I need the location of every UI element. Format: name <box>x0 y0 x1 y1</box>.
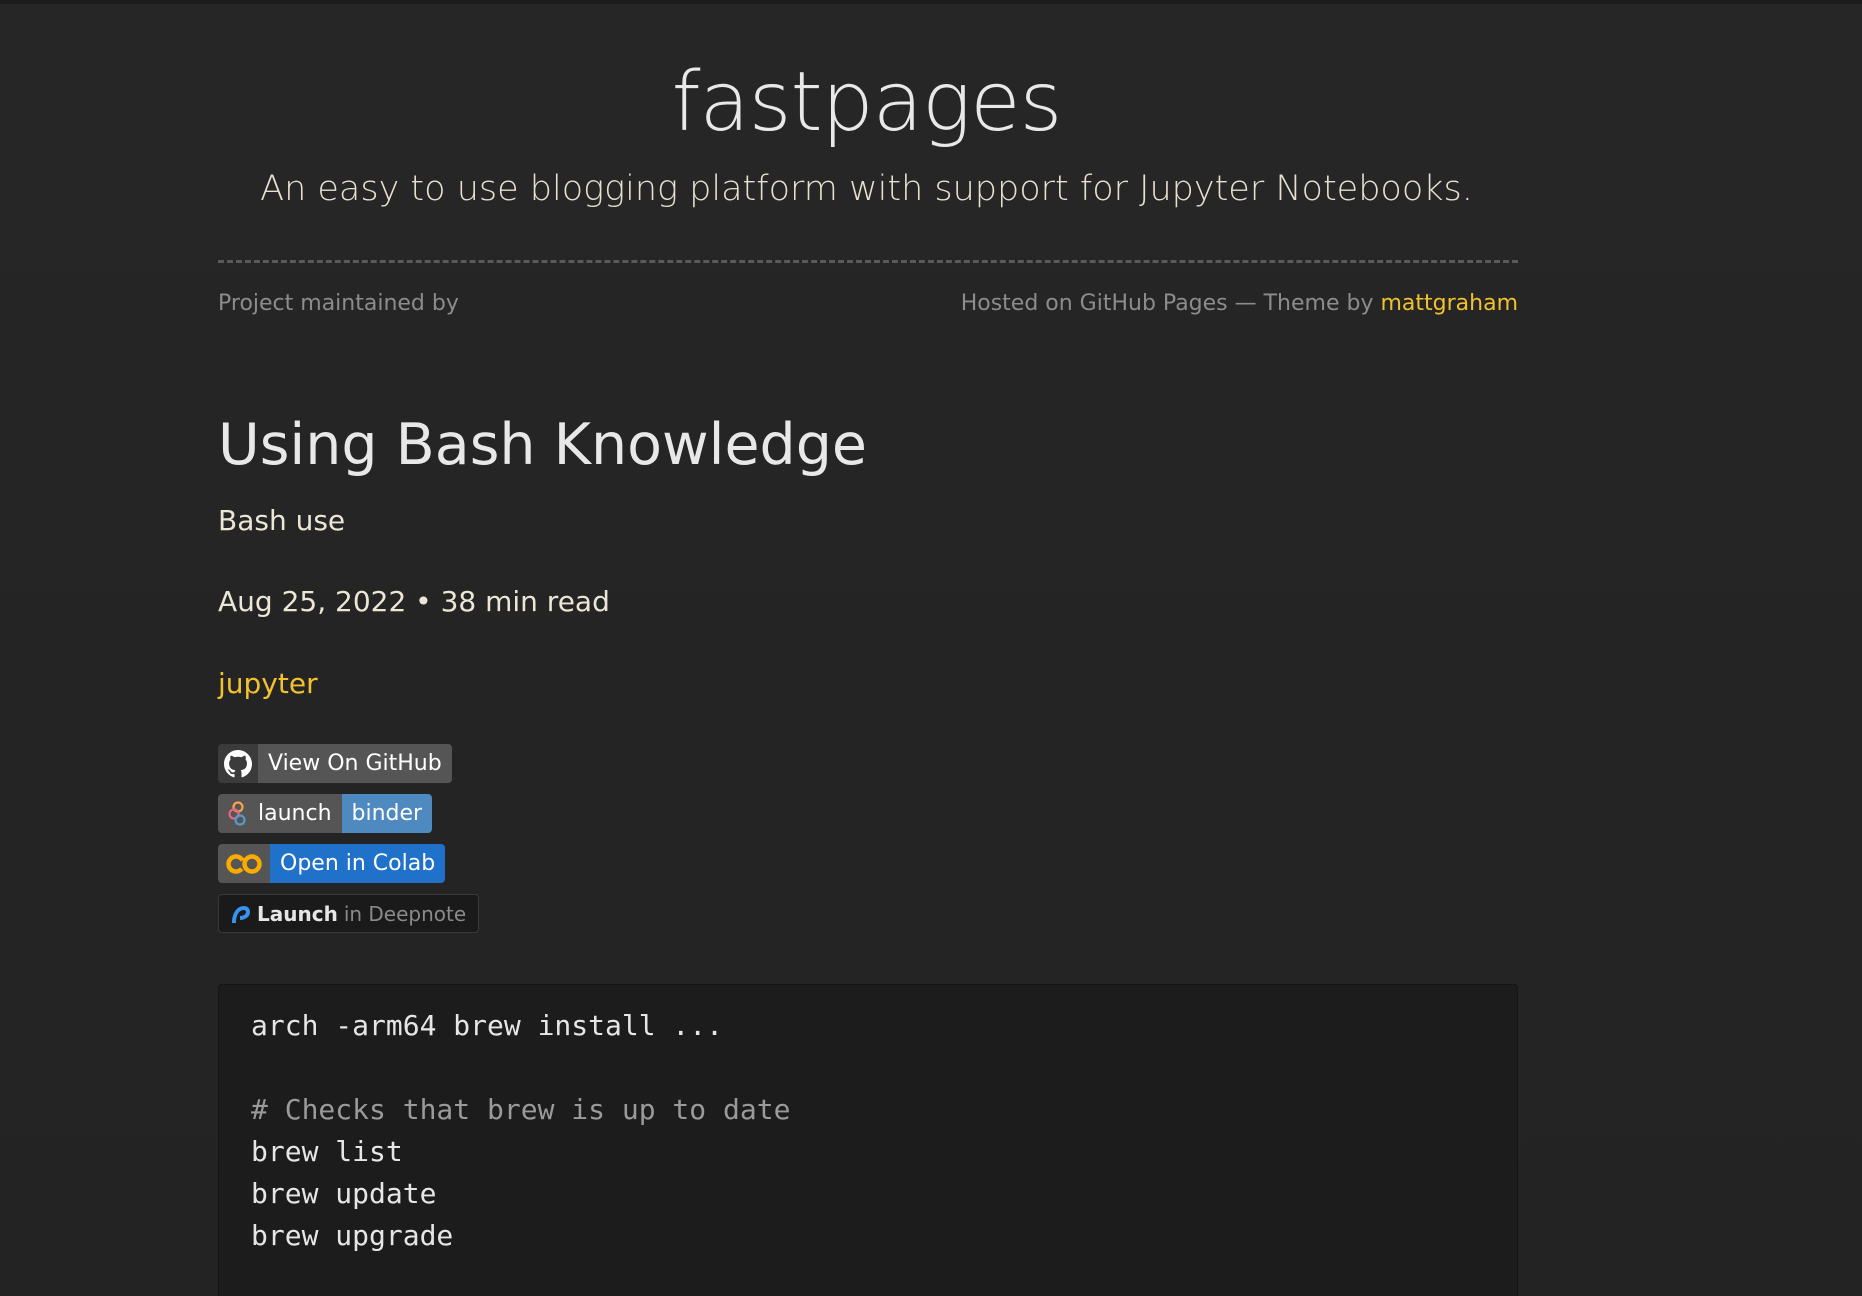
deepnote-icon <box>229 903 251 925</box>
post-title: Using Bash Knowledge <box>218 412 867 478</box>
binder-icon <box>226 800 250 827</box>
colab-badge-label: Open in Colab <box>270 844 446 883</box>
maintained-by-text: Project maintained by <box>218 291 459 316</box>
binder-badge-left: launch <box>218 794 342 833</box>
deepnote-in-label: in Deepnote <box>343 901 467 926</box>
tag-jupyter-link[interactable]: jupyter <box>218 667 318 700</box>
code-line: arch -arm64 brew install ... <box>251 1009 724 1042</box>
code-line: brew update <box>251 1177 437 1210</box>
binder-badge-label: binder <box>341 794 433 833</box>
site-subtitle: An easy to use blogging platform with su… <box>260 169 1473 209</box>
code-line: brew upgrade <box>251 1219 454 1252</box>
code-line: brew list <box>251 1135 403 1168</box>
colab-icon <box>218 844 270 883</box>
post-description: Bash use <box>218 504 346 537</box>
launch-binder-badge[interactable]: launch binder <box>218 794 433 833</box>
launch-in-deepnote-badge[interactable]: Launch in Deepnote <box>218 894 480 933</box>
binder-badge-launch-label: launch <box>258 801 332 826</box>
theme-author-link[interactable]: mattgraham <box>1380 291 1518 316</box>
page: fastpages An easy to use blogging platfo… <box>0 0 1862 1296</box>
view-on-github-badge[interactable]: View On GitHub <box>218 744 452 783</box>
code-comment-line: # Checks that brew is up to date <box>251 1093 791 1126</box>
header-divider <box>218 260 1518 263</box>
hosted-by-text: Hosted on GitHub Pages — Theme by mattgr… <box>961 291 1518 316</box>
hosted-label: Hosted on GitHub Pages — Theme by <box>960 291 1374 316</box>
post-meta: Aug 25, 2022 • 38 min read <box>218 585 610 618</box>
github-icon <box>218 744 258 783</box>
open-in-colab-badge[interactable]: Open in Colab <box>218 844 446 883</box>
site-title[interactable]: fastpages <box>0 62 1733 144</box>
deepnote-launch-label: Launch <box>257 901 338 926</box>
code-block: arch -arm64 brew install ... # Checks th… <box>218 984 1518 1296</box>
github-badge-label: View On GitHub <box>258 744 452 783</box>
